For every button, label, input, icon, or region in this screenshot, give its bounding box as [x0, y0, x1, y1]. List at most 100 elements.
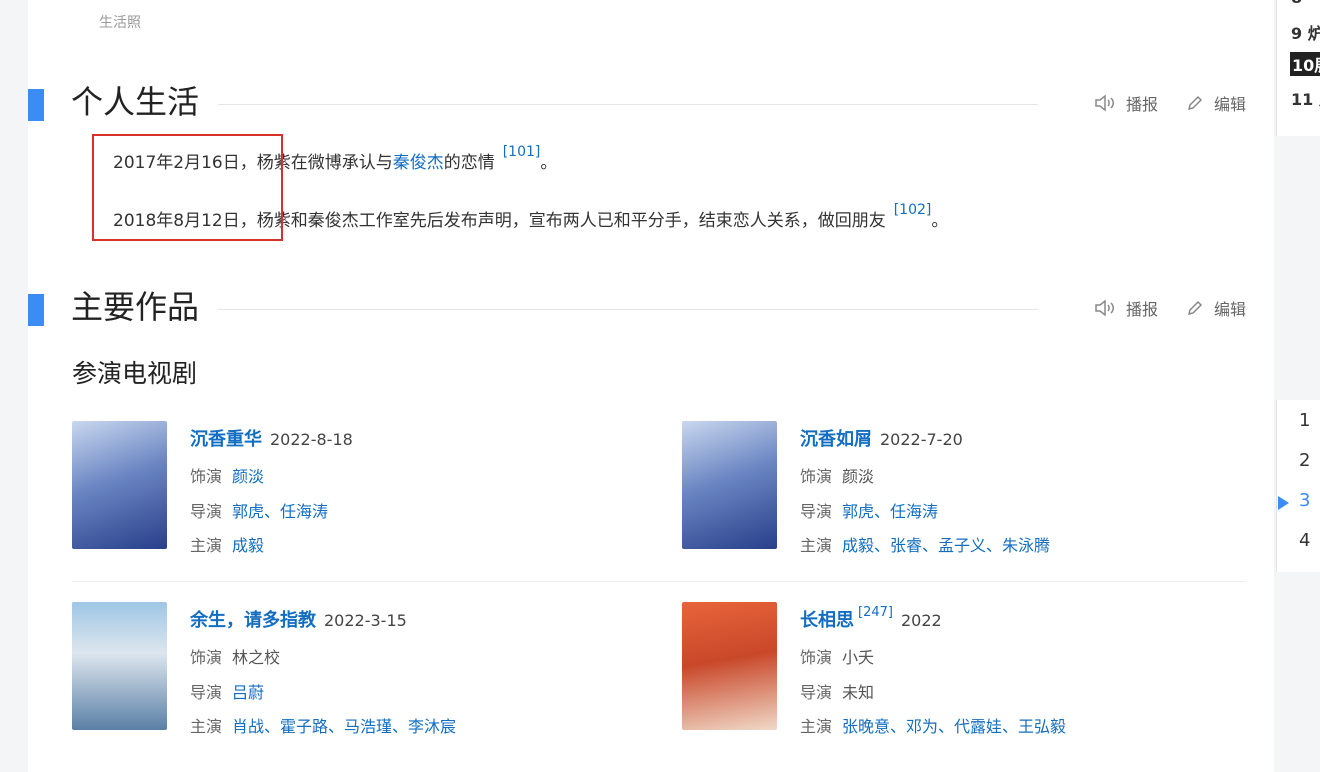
role-row: 饰演 颜淡 — [190, 463, 264, 487]
pencil-icon — [1187, 95, 1203, 111]
cast-row: 主演 成毅、张睿、孟子义、朱泳腾 — [800, 532, 1050, 556]
toc-item[interactable]: 11 片 — [1291, 86, 1320, 110]
director-text: 未知 — [842, 683, 875, 702]
cast-row: 主演 张晚意、邓为、代露娃、王弘毅 — [800, 713, 1066, 737]
cast-row: 主演 成毅 — [190, 532, 264, 556]
work-title-text[interactable]: 长相思 — [800, 610, 854, 631]
toc-number: 11 — [1291, 90, 1314, 109]
edit-button[interactable]: 编辑 — [1186, 296, 1246, 320]
cast-links[interactable]: 成毅 — [232, 536, 264, 555]
director-label: 导演 — [190, 683, 223, 702]
highlight-box — [92, 134, 283, 241]
section-divider — [218, 309, 1038, 310]
work-date: 2022-8-18 — [270, 430, 353, 449]
director-label: 导演 — [190, 502, 223, 521]
director-row: 导演 未知 — [800, 679, 874, 703]
director-label: 导演 — [800, 683, 833, 702]
toc-text: 炉 — [1307, 24, 1320, 43]
report-button[interactable]: 播报 — [1094, 91, 1158, 115]
director-row: 导演 吕蔚 — [190, 679, 264, 703]
poster-image[interactable] — [72, 421, 167, 549]
role-label: 饰演 — [190, 467, 223, 486]
role-label: 饰演 — [800, 648, 833, 667]
speaker-icon — [1095, 299, 1114, 317]
work-title-row: 长相思 [247] 2022 — [800, 605, 942, 632]
work-title-link[interactable]: 余生，请多指教 — [190, 610, 316, 631]
director-links[interactable]: 郭虎、任海涛 — [842, 502, 938, 521]
citation-link[interactable]: [102] — [894, 202, 932, 218]
work-card: 长相思 [247] 2022 饰演 小夭 导演 未知 主演 张晚意、邓为、代露娃、王弘毅 — [682, 602, 1222, 742]
role-link[interactable]: 颜淡 — [232, 467, 264, 486]
work-title-link[interactable]: 长相思 [247] — [800, 605, 893, 631]
article-content: 生活照 个人生活 播报 编辑 2017年2月16日，杨紫在微博承认与秦俊杰的恋情… — [28, 0, 1274, 772]
role-text: 小夭 — [842, 648, 875, 667]
page-number[interactable]: 4 — [1299, 530, 1310, 551]
cast-links[interactable]: 张晚意、邓为、代露娃、王弘毅 — [842, 717, 1066, 736]
work-title-row: 余生，请多指教 2022-3-15 — [190, 606, 407, 632]
page-number[interactable]: 2 — [1299, 450, 1310, 471]
toc-number: 10 — [1292, 56, 1315, 75]
role-row: 饰演 小夭 — [800, 644, 874, 668]
role-text: 颜淡 — [842, 467, 875, 486]
work-card: 沉香如屑 2022-7-20 饰演 颜淡 导演 郭虎、任海涛 主演 成毅、张睿、孟子义、… — [682, 421, 1222, 561]
section-title: 个人生活 — [71, 83, 200, 121]
director-links[interactable]: 郭虎、任海涛 — [232, 502, 328, 521]
section-actions: 播报 编辑 — [1094, 297, 1274, 319]
poster-image[interactable] — [682, 602, 777, 730]
director-row: 导演 郭虎、任海涛 — [190, 498, 328, 522]
work-title-link[interactable]: 沉香如屑 — [800, 429, 872, 450]
cast-row: 主演 肖战、霍子路、马浩瑾、李沐宸 — [190, 713, 456, 737]
section-header-personal-life: 个人生活 播报 编辑 — [28, 82, 1274, 122]
section-actions: 播报 编辑 — [1094, 92, 1274, 114]
cast-label: 主演 — [190, 536, 223, 555]
toc-text: 展 — [1314, 56, 1320, 75]
work-title-row: 沉香如屑 2022-7-20 — [800, 425, 963, 451]
work-date: 2022-7-20 — [880, 430, 963, 449]
pencil-icon — [1187, 300, 1203, 316]
cast-label: 主演 — [190, 717, 223, 736]
role-label: 饰演 — [190, 648, 223, 667]
life-event-text: 杨紫和秦俊杰工作室先后发布声明，宣布两人已和平分手，结束恋人关系，做回朋友 — [256, 211, 886, 231]
role-text: 林之校 — [232, 648, 281, 667]
toc-item-partial[interactable]: 8 — [1291, 0, 1302, 7]
toc-item[interactable]: 9 炉 — [1291, 20, 1320, 44]
speaker-icon — [1095, 94, 1114, 112]
life-event-period: 。 — [540, 153, 558, 173]
work-title-link[interactable]: 沉香重华 — [190, 429, 262, 450]
page-number[interactable]: 1 — [1299, 410, 1310, 431]
director-links[interactable]: 吕蔚 — [232, 683, 264, 702]
role-row: 饰演 颜淡 — [800, 463, 874, 487]
role-row: 饰演 林之校 — [190, 644, 280, 668]
page-number-active[interactable]: 3 — [1299, 490, 1310, 511]
work-date: 2022-3-15 — [324, 611, 407, 630]
work-date: 2022 — [900, 611, 942, 630]
work-title-row: 沉香重华 2022-8-18 — [190, 425, 353, 451]
citation-link[interactable]: [101] — [503, 144, 541, 160]
poster-image[interactable] — [72, 602, 167, 730]
page-navigator: 1 2 3 4 — [1276, 400, 1320, 572]
cast-links[interactable]: 肖战、霍子路、马浩瑾、李沐宸 — [232, 717, 456, 736]
section-divider — [218, 104, 1038, 105]
report-label: 播报 — [1125, 95, 1158, 114]
current-page-arrow-icon — [1278, 496, 1289, 510]
section-marker — [28, 294, 44, 326]
section-header-major-works: 主要作品 播报 编辑 — [28, 287, 1274, 327]
report-label: 播报 — [1125, 300, 1158, 319]
row-divider — [72, 581, 1245, 582]
edit-label: 编辑 — [1213, 95, 1246, 114]
poster-image[interactable] — [682, 421, 777, 549]
cast-label: 主演 — [800, 717, 833, 736]
edit-button[interactable]: 编辑 — [1186, 91, 1246, 115]
report-button[interactable]: 播报 — [1094, 296, 1158, 320]
cast-links[interactable]: 成毅、张睿、孟子义、朱泳腾 — [842, 536, 1050, 555]
citation-link[interactable]: [247] — [858, 605, 893, 620]
work-card: 余生，请多指教 2022-3-15 饰演 林之校 导演 吕蔚 主演 肖战、霍子路、马浩瑾… — [72, 602, 612, 742]
work-card: 沉香重华 2022-8-18 饰演 颜淡 导演 郭虎、任海涛 主演 成毅 — [72, 421, 612, 561]
role-label: 饰演 — [800, 467, 833, 486]
cast-label: 主演 — [800, 536, 833, 555]
toc-sidebar: 8 9 炉 10展 11 片 — [1276, 0, 1320, 136]
person-link[interactable]: 秦俊杰 — [393, 153, 444, 173]
section-marker — [28, 89, 44, 121]
works-subheading: 参演电视剧 — [72, 359, 198, 388]
toc-item-active[interactable]: 10展 — [1290, 52, 1320, 76]
